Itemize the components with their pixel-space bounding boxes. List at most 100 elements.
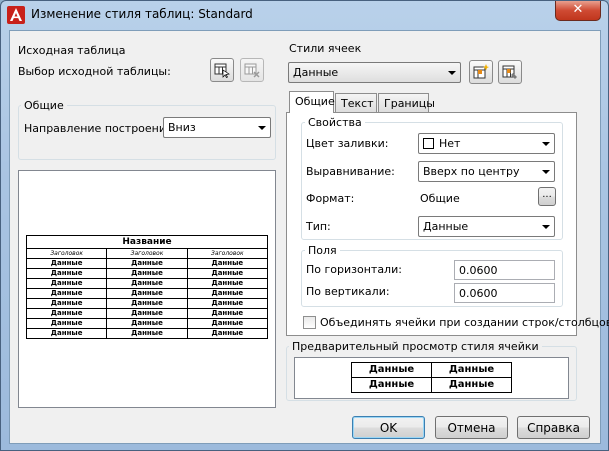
preview-cell: Данные bbox=[351, 377, 432, 393]
preview-table-cell: Данные bbox=[186, 308, 269, 319]
preview-cell: Данные bbox=[431, 362, 512, 378]
format-browse-button[interactable]: ... bbox=[538, 187, 556, 206]
cell-style-preview-box: Данные Данные Данные Данные bbox=[294, 357, 569, 399]
preview-table-cell: Данные bbox=[186, 318, 269, 329]
properties-group-title: Свойства bbox=[305, 116, 365, 129]
table-row: Данные Данные Данные bbox=[25, 298, 269, 309]
cell-style-preview-table: Данные Данные Данные Данные bbox=[351, 362, 512, 393]
new-cell-style-icon bbox=[473, 64, 489, 79]
table-row: Данные Данные Данные bbox=[25, 328, 269, 339]
type-label: Тип: bbox=[306, 220, 331, 233]
preview-table-cell: Данные bbox=[106, 258, 188, 269]
close-icon: ✕ bbox=[572, 2, 584, 17]
dialog-client-area: Исходная таблица Выбор исходной таблицы: bbox=[9, 30, 609, 444]
delete-table-button[interactable] bbox=[240, 58, 264, 82]
preview-table-cell: Данные bbox=[106, 328, 188, 339]
cancel-button[interactable]: Отмена bbox=[435, 416, 508, 439]
merge-cells-checkbox[interactable] bbox=[303, 316, 316, 329]
preview-table-cell: Данные bbox=[25, 328, 108, 339]
cell-style-dropdown[interactable]: Данные bbox=[288, 62, 461, 83]
title-bar[interactable]: Изменение стиля таблиц: Standard ✕ bbox=[1, 1, 608, 29]
tab-borders[interactable]: Границы bbox=[378, 93, 435, 113]
preview-cell: Данные bbox=[351, 362, 432, 378]
window-title: Изменение стиля таблиц: Standard bbox=[31, 7, 253, 21]
preview-table-cell: Данные bbox=[186, 328, 269, 339]
preview-table-cell: Данные bbox=[25, 278, 108, 289]
table-row: Данные Данные Данные bbox=[25, 268, 269, 279]
format-value: Общие bbox=[420, 192, 460, 205]
chevron-down-icon bbox=[542, 142, 550, 146]
preview-table-title: Название bbox=[26, 235, 268, 249]
tab-panel-general: Свойства Цвет заливки: Нет Выравнивание:… bbox=[286, 112, 609, 336]
general-group-title: Общие bbox=[21, 99, 67, 112]
direction-value: Вниз bbox=[168, 121, 196, 134]
cell-style-preview-group: Предварительный просмотр стиля ячейки Да… bbox=[286, 340, 577, 401]
table-style-preview: Название Заголовок Заголовок Заголовок Данны… bbox=[18, 170, 276, 408]
close-button[interactable]: ✕ bbox=[555, 1, 601, 21]
preview-table-cell: Данные bbox=[25, 268, 108, 279]
fill-color-value: Нет bbox=[439, 137, 461, 150]
chevron-down-icon bbox=[448, 71, 456, 75]
manage-cell-styles-button[interactable] bbox=[498, 60, 522, 84]
manage-cell-styles-icon bbox=[502, 65, 517, 79]
alignment-label: Выравнивание: bbox=[306, 165, 395, 178]
tab-general-label: Общие bbox=[295, 95, 335, 108]
preview-table-cell: Данные bbox=[186, 288, 269, 299]
horizontal-margin-field[interactable] bbox=[454, 260, 555, 280]
preview-table-cell: Данные bbox=[25, 288, 108, 299]
direction-dropdown[interactable]: Вниз bbox=[163, 117, 271, 138]
preview-cell: Данные bbox=[431, 377, 512, 393]
fill-color-dropdown[interactable]: Нет bbox=[418, 133, 555, 154]
preview-table-cell: Данные bbox=[106, 298, 188, 309]
autocad-logo-icon bbox=[7, 6, 25, 24]
alignment-value: Вверх по центру bbox=[423, 165, 520, 178]
preview-table-cell: Данные bbox=[106, 278, 188, 289]
general-group: Общие Направление построения: Вниз bbox=[18, 99, 276, 160]
cell-styles-group-title: Стили ячеек bbox=[289, 42, 362, 55]
type-value: Данные bbox=[423, 220, 469, 233]
merge-cells-label: Объединять ячейки при создании строк/сто… bbox=[320, 316, 609, 329]
vertical-margin-label: По вертикали: bbox=[306, 285, 390, 298]
tab-borders-label: Границы bbox=[384, 97, 435, 110]
vertical-margin-field[interactable] bbox=[454, 283, 555, 303]
tab-general[interactable]: Общие bbox=[289, 91, 335, 113]
vertical-margin-input[interactable] bbox=[455, 284, 554, 302]
format-label: Формат: bbox=[306, 192, 355, 205]
fill-color-label: Цвет заливки: bbox=[306, 137, 389, 150]
horizontal-margin-input[interactable] bbox=[455, 261, 554, 279]
preview-table-cell: Данные bbox=[186, 298, 269, 309]
tab-text[interactable]: Текст bbox=[335, 93, 377, 113]
preview-table-cell: Данные bbox=[106, 318, 188, 329]
table-row: Данные Данные Данные bbox=[25, 258, 269, 269]
preview-table-cell: Данные bbox=[25, 308, 108, 319]
delete-table-icon bbox=[244, 63, 260, 78]
source-table-group-title: Исходная таблица bbox=[18, 44, 126, 57]
chevron-down-icon bbox=[542, 225, 550, 229]
preview-table-header: Заголовок bbox=[25, 248, 108, 259]
source-table-group: Исходная таблица Выбор исходной таблицы: bbox=[18, 44, 278, 95]
table-row: Данные Данные Данные bbox=[25, 318, 269, 329]
preview-table-cell: Данные bbox=[106, 308, 188, 319]
table-row: Данные Данные Данные bbox=[25, 308, 269, 319]
preview-table-cell: Данные bbox=[106, 288, 188, 299]
cell-style-value: Данные bbox=[293, 66, 339, 79]
preview-table-cell: Данные bbox=[186, 278, 269, 289]
chevron-down-icon bbox=[542, 170, 550, 174]
select-table-button[interactable] bbox=[210, 58, 234, 82]
preview-table-cell: Данные bbox=[106, 268, 188, 279]
cell-style-preview-title: Предварительный просмотр стиля ячейки bbox=[289, 340, 542, 353]
alignment-dropdown[interactable]: Вверх по центру bbox=[418, 161, 555, 182]
preview-table-header: Заголовок bbox=[186, 248, 269, 259]
preview-table: Название Заголовок Заголовок Заголовок Данны… bbox=[25, 235, 269, 339]
help-button[interactable]: Справка bbox=[517, 416, 590, 439]
source-table-label: Выбор исходной таблицы: bbox=[18, 65, 171, 78]
select-table-icon bbox=[214, 63, 230, 78]
properties-group: Свойства Цвет заливки: Нет Выравнивание:… bbox=[301, 116, 563, 240]
new-cell-style-button[interactable] bbox=[469, 60, 493, 84]
ok-button[interactable]: OK bbox=[352, 416, 425, 439]
type-dropdown[interactable]: Данные bbox=[418, 216, 555, 237]
preview-table-cell: Данные bbox=[25, 298, 108, 309]
table-row: Данные Данные Данные bbox=[25, 278, 269, 289]
table-row: Данные Данные Данные bbox=[25, 288, 269, 299]
tab-text-label: Текст bbox=[341, 97, 374, 110]
